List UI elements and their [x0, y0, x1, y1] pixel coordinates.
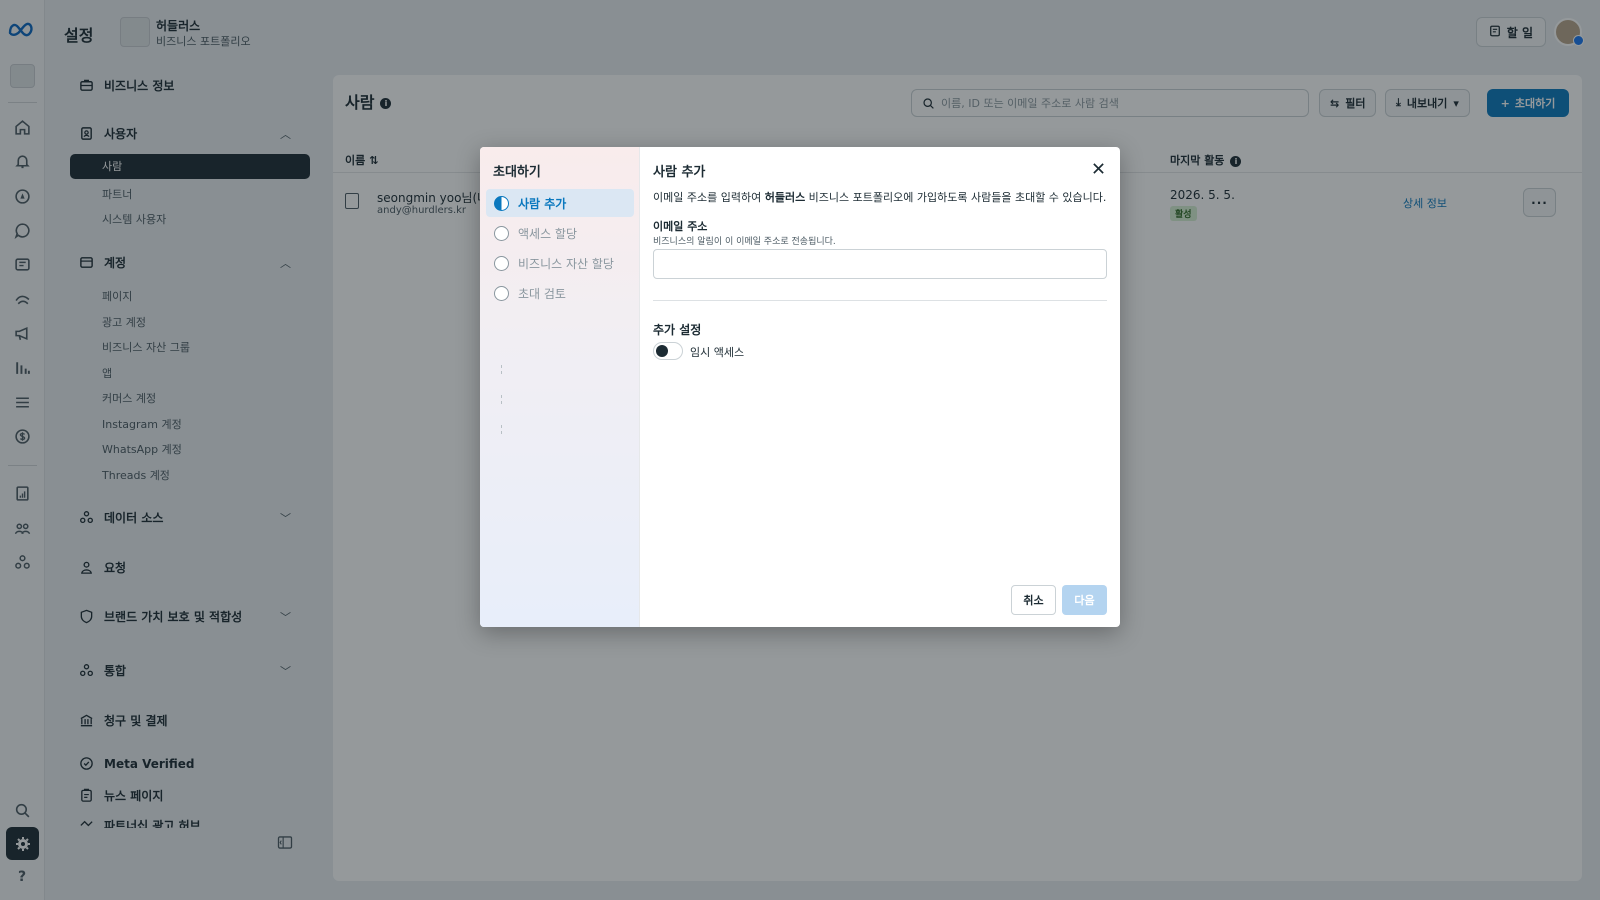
- step-progress-icon: [494, 195, 509, 211]
- temporary-access-toggle[interactable]: [653, 342, 683, 360]
- step-assign-assets[interactable]: 비즈니스 자산 할당: [486, 249, 634, 277]
- email-label: 이메일 주소: [653, 220, 708, 233]
- invite-steps-panel: 초대하기 사람 추가 액세스 할당 비즈니스 자산 할당 초대 검토: [480, 147, 640, 627]
- step-add-people[interactable]: 사람 추가: [486, 189, 634, 217]
- step-label: 초대 검토: [518, 286, 566, 301]
- add-people-form: 사람 추가 이메일 주소를 입력하여 허들러스 비즈니스 포트폴리오에 가입하도…: [640, 147, 1120, 627]
- step-assign-access[interactable]: 액세스 할당: [486, 219, 634, 247]
- cancel-button[interactable]: 취소: [1011, 585, 1056, 615]
- step-connector: [501, 365, 502, 377]
- step-circle-icon: [494, 225, 509, 241]
- description-business: 허들러스: [764, 191, 806, 204]
- close-icon[interactable]: [1087, 157, 1109, 179]
- step-connector: [501, 425, 502, 437]
- step-review-invite[interactable]: 초대 검토: [486, 279, 634, 307]
- step-connector: [501, 395, 502, 407]
- section-divider: [653, 300, 1107, 301]
- email-field[interactable]: [653, 249, 1107, 279]
- invite-dialog: 초대하기 사람 추가 액세스 할당 비즈니스 자산 할당 초대 검토 사람 추가…: [480, 147, 1120, 627]
- step-label: 비즈니스 자산 할당: [518, 256, 614, 271]
- step-circle-icon: [494, 255, 509, 271]
- step-label: 액세스 할당: [518, 226, 578, 241]
- dialog-description: 이메일 주소를 입력하여 허들러스 비즈니스 포트폴리오에 가입하도록 사람들을…: [653, 189, 1106, 205]
- email-hint: 비즈니스의 알림이 이 이메일 주소로 전송됩니다.: [653, 237, 836, 247]
- extra-settings-heading: 추가 설정: [653, 323, 702, 337]
- step-label: 사람 추가: [518, 196, 567, 211]
- dialog-title: 사람 추가: [653, 165, 706, 180]
- toggle-knob: [656, 345, 668, 357]
- next-button[interactable]: 다음: [1062, 585, 1107, 615]
- description-suffix: 비즈니스 포트폴리오에 가입하도록 사람들을 초대할 수 있습니다.: [805, 191, 1107, 204]
- step-circle-icon: [494, 285, 509, 301]
- description-prefix: 이메일 주소를 입력하여: [653, 191, 765, 204]
- temporary-access-label: 임시 액세스: [690, 346, 745, 359]
- steps-title: 초대하기: [493, 165, 541, 180]
